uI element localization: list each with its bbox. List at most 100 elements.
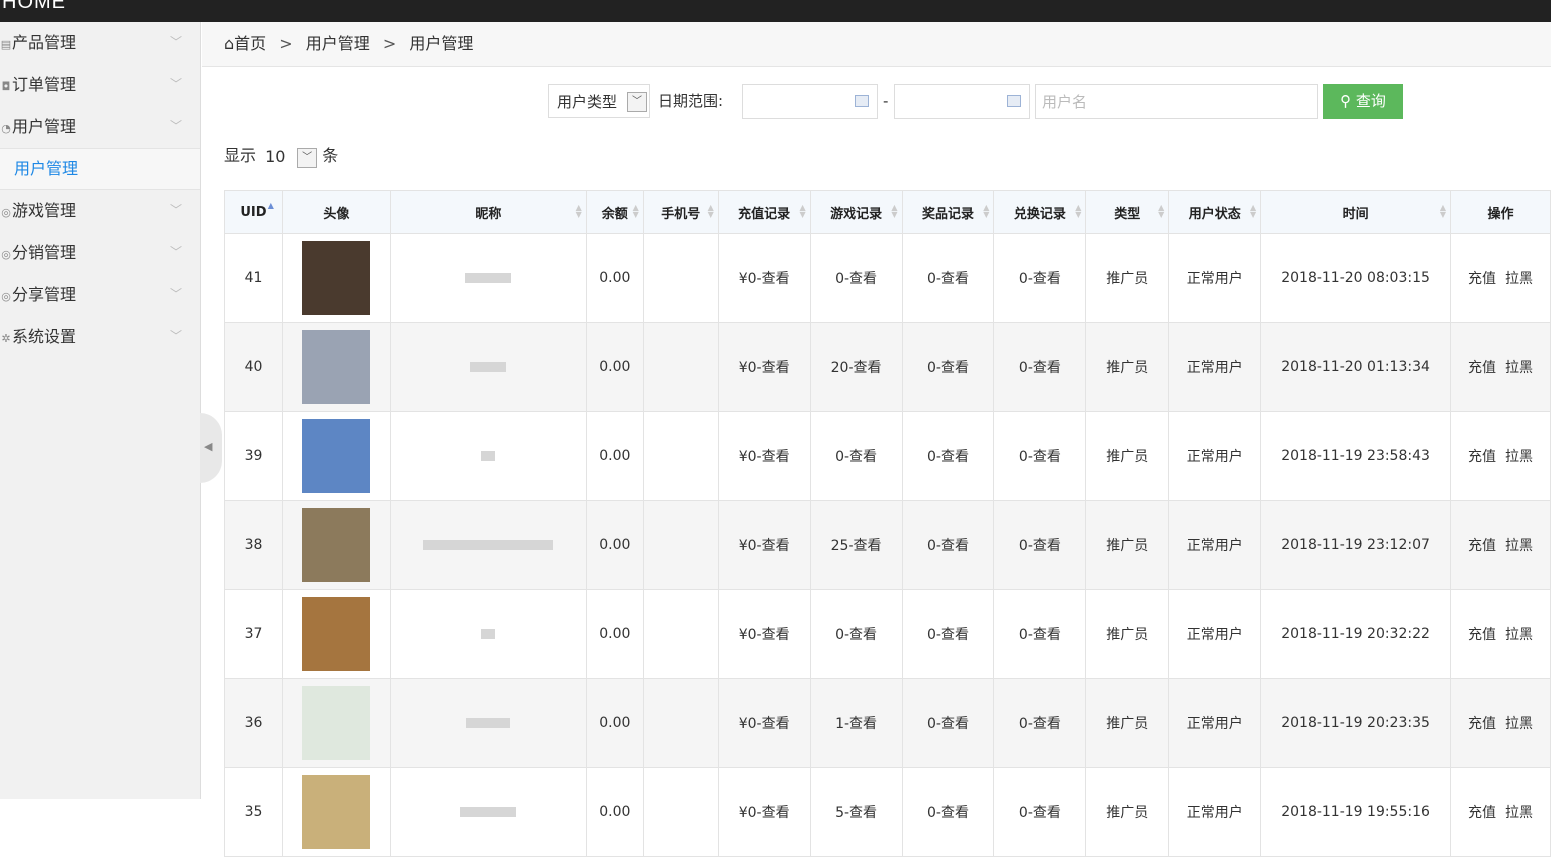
cell-avatar	[281, 411, 391, 501]
recharge-button[interactable]: 充值	[1468, 805, 1496, 821]
column-header-games[interactable]: 游戏记录 ▲ ▼	[809, 190, 903, 234]
sidebar-item-games[interactable]: ◎游戏管理 ﹀	[0, 190, 200, 232]
sort-icon: ▲ ▼	[1075, 203, 1082, 219]
cell-prizes-link[interactable]: 0-查看	[901, 411, 995, 501]
cell-phone	[642, 322, 719, 412]
recharge-button[interactable]: 充值	[1468, 627, 1496, 643]
cell-recharge-link[interactable]: ¥0-查看	[717, 589, 811, 679]
column-header-exchange[interactable]: 兑换记录 ▲ ▼	[993, 190, 1087, 234]
cell-exchange-link[interactable]: 0-查看	[993, 500, 1087, 590]
cell-prizes-link[interactable]: 0-查看	[901, 500, 995, 590]
column-header-recharge[interactable]: 充值记录 ▲ ▼	[717, 190, 811, 234]
cell-prizes-link[interactable]: 0-查看	[901, 322, 995, 412]
column-header-balance[interactable]: 余额 ▲ ▼	[585, 190, 644, 234]
column-header-prizes[interactable]: 奖品记录 ▲ ▼	[901, 190, 995, 234]
block-button[interactable]: 拉黑	[1505, 360, 1533, 376]
table-row: 40 0.00 ¥0-查看 20-查看 0-查看 0-查看 推广员 正常用户 2018-11-2…	[224, 322, 1551, 412]
search-button[interactable]: ⚲ 查询	[1323, 84, 1403, 119]
sidebar-subitem-user-management[interactable]: 用户管理	[0, 148, 200, 190]
sidebar-item-sharing[interactable]: ◎分享管理 ﹀	[0, 274, 200, 316]
cell-exchange-link[interactable]: 0-查看	[993, 589, 1087, 679]
cell-recharge-link[interactable]: ¥0-查看	[717, 767, 811, 857]
column-header-phone[interactable]: 手机号 ▲ ▼	[642, 190, 719, 234]
breadcrumb-level1[interactable]: 用户管理	[306, 34, 370, 53]
block-button[interactable]: 拉黑	[1505, 627, 1533, 643]
table-row: 41 0.00 ¥0-查看 0-查看 0-查看 0-查看 推广员 正常用户 2018-11-20…	[224, 233, 1551, 323]
cell-recharge-link[interactable]: ¥0-查看	[717, 678, 811, 768]
cell-time: 2018-11-19 23:12:07	[1260, 500, 1451, 590]
cell-prizes-link[interactable]: 0-查看	[901, 589, 995, 679]
cell-prizes-link[interactable]: 0-查看	[901, 678, 995, 768]
sidebar-item-distribution[interactable]: ◎分销管理 ﹀	[0, 232, 200, 274]
page-size-select[interactable]: 10 ﹀	[261, 144, 318, 170]
user-type-select[interactable]: 用户类型 ﹀	[548, 84, 650, 118]
cell-time: 2018-11-19 20:23:35	[1260, 678, 1451, 768]
cell-nickname	[389, 500, 587, 590]
cell-exchange-link[interactable]: 0-查看	[993, 233, 1087, 323]
page-size-value: 10	[265, 146, 286, 166]
cell-time: 2018-11-20 01:13:34	[1260, 322, 1451, 412]
column-header-type[interactable]: 类型 ▲ ▼	[1085, 190, 1170, 234]
block-button[interactable]: 拉黑	[1505, 271, 1533, 287]
cell-actions: 充值 拉黑	[1450, 322, 1551, 412]
cell-uid: 40	[224, 322, 283, 412]
cell-games-link[interactable]: 0-查看	[809, 233, 903, 323]
nickname-blurred	[470, 362, 507, 372]
recharge-button[interactable]: 充值	[1468, 360, 1496, 376]
gamepad-icon: ◎	[1, 206, 11, 219]
sidebar-item-users[interactable]: ◔用户管理 ﹀	[0, 106, 200, 148]
cell-recharge-link[interactable]: ¥0-查看	[717, 411, 811, 501]
block-button[interactable]: 拉黑	[1505, 449, 1533, 465]
start-date-input[interactable]	[742, 84, 878, 119]
column-header-status[interactable]: 用户状态 ▲ ▼	[1168, 190, 1262, 234]
calendar-icon[interactable]	[1007, 95, 1021, 107]
sidebar-item-settings[interactable]: ✲系统设置 ﹀	[0, 316, 200, 358]
cell-status: 正常用户	[1168, 678, 1262, 768]
recharge-button[interactable]: 充值	[1468, 538, 1496, 554]
brand-logo[interactable]: HOME	[2, 0, 66, 14]
cell-actions: 充值 拉黑	[1450, 589, 1551, 679]
cell-prizes-link[interactable]: 0-查看	[901, 767, 995, 857]
sort-icon: ▲ ▼	[983, 203, 990, 219]
block-button[interactable]: 拉黑	[1505, 805, 1533, 821]
recharge-button[interactable]: 充值	[1468, 449, 1496, 465]
column-header-uid[interactable]: UID ▲	[224, 190, 283, 234]
cell-games-link[interactable]: 0-查看	[809, 589, 903, 679]
calendar-icon[interactable]	[855, 95, 869, 107]
sort-icon: ▲ ▼	[632, 203, 639, 219]
column-header-time[interactable]: 时间 ▲ ▼	[1260, 190, 1451, 234]
cell-recharge-link[interactable]: ¥0-查看	[717, 322, 811, 412]
cell-games-link[interactable]: 5-查看	[809, 767, 903, 857]
recharge-button[interactable]: 充值	[1468, 271, 1496, 287]
share-icon: ◎	[1, 248, 11, 261]
cell-exchange-link[interactable]: 0-查看	[993, 322, 1087, 412]
cell-phone	[642, 411, 719, 501]
search-button-label: 查询	[1355, 92, 1386, 110]
cell-games-link[interactable]: 0-查看	[809, 411, 903, 501]
cell-games-link[interactable]: 1-查看	[809, 678, 903, 768]
sidebar-item-products[interactable]: ▤产品管理 ﹀	[0, 22, 200, 64]
username-input[interactable]	[1035, 84, 1318, 119]
cell-type: 推广员	[1085, 589, 1170, 679]
end-date-input[interactable]	[894, 84, 1030, 119]
block-button[interactable]: 拉黑	[1505, 538, 1533, 554]
recharge-button[interactable]: 充值	[1468, 716, 1496, 732]
cell-time: 2018-11-19 20:32:22	[1260, 589, 1451, 679]
cell-uid: 37	[224, 589, 283, 679]
chevron-left-icon: ◀	[204, 440, 213, 453]
cell-exchange-link[interactable]: 0-查看	[993, 767, 1087, 857]
block-button[interactable]: 拉黑	[1505, 716, 1533, 732]
date-range-label: 日期范围:	[658, 92, 724, 110]
cell-games-link[interactable]: 20-查看	[809, 322, 903, 412]
sidebar-item-orders[interactable]: ◘ 订单管理 ﹀	[0, 64, 200, 106]
column-header-actions: 操作	[1450, 190, 1551, 234]
cell-recharge-link[interactable]: ¥0-查看	[717, 233, 811, 323]
column-header-nickname[interactable]: 昵称 ▲ ▼	[389, 190, 587, 234]
cell-prizes-link[interactable]: 0-查看	[901, 233, 995, 323]
cell-games-link[interactable]: 25-查看	[809, 500, 903, 590]
sidebar-collapse-toggle[interactable]: ◀	[200, 413, 222, 483]
breadcrumb-home[interactable]: 首页	[234, 34, 266, 53]
cell-exchange-link[interactable]: 0-查看	[993, 678, 1087, 768]
cell-recharge-link[interactable]: ¥0-查看	[717, 500, 811, 590]
cell-exchange-link[interactable]: 0-查看	[993, 411, 1087, 501]
